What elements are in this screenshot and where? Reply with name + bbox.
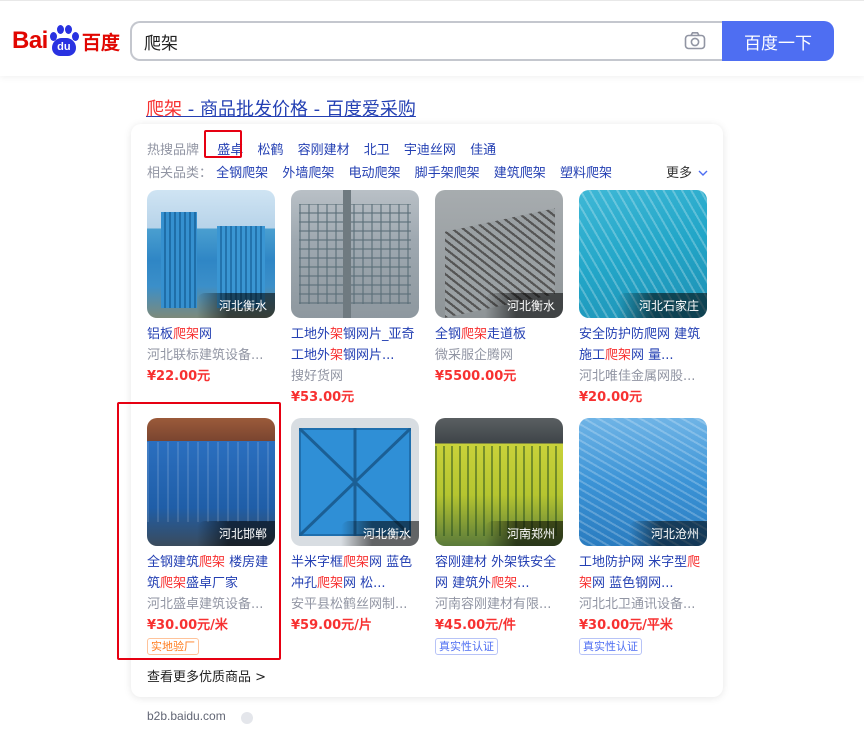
product-shop[interactable]: 河北北卫通讯设备... xyxy=(579,594,707,615)
top-bar: Bai du 百度 百度一下 xyxy=(0,0,864,76)
product-image[interactable]: 河南郑州 xyxy=(435,418,563,546)
product-item[interactable]: 河北石家庄 安全防护防爬网 建筑施工爬架网 量... 河北唯佳金属网股... ¥… xyxy=(579,190,707,408)
product-item[interactable]: 河南郑州 容刚建材 外架铁安全网 建筑外爬架... 河南容刚建材有限... ¥4… xyxy=(435,418,563,655)
product-item[interactable]: 工地外架钢网片_亚奇工地外架钢网片... 搜好货网 ¥53.00元 xyxy=(291,190,419,408)
product-item[interactable]: 河北衡水 全钢爬架走道板 微采服企腾网 ¥5500.00元 xyxy=(435,190,563,387)
product-price: ¥53.00元 xyxy=(291,390,355,405)
see-more-products-link[interactable]: 查看更多优质商品 > xyxy=(147,666,266,685)
related-category-link[interactable]: 电动爬架 xyxy=(348,166,400,181)
result-title-highlight: 爬架 xyxy=(146,99,182,120)
product-title[interactable]: 安全防护防爬网 建筑施工爬架网 量... xyxy=(579,324,707,366)
product-image[interactable]: 河北衡水 xyxy=(291,418,419,546)
product-shop[interactable]: 微采服企腾网 xyxy=(435,345,563,366)
product-price: ¥20.00元 xyxy=(579,390,643,405)
product-location: 河北衡水 xyxy=(196,293,275,318)
search-box xyxy=(130,21,724,61)
product-price: ¥45.00元/件 xyxy=(435,618,516,633)
product-item[interactable]: 河北衡水 铝板爬架网 河北联标建筑设备... ¥22.00元 xyxy=(147,190,275,387)
product-shop[interactable]: 河南容刚建材有限... xyxy=(435,594,563,615)
product-location: 河北沧州 xyxy=(628,521,707,546)
hot-brands-row: 热搜品牌 盛卓 松鹤 容刚建材 北卫 宇迪丝网 佳通 xyxy=(147,139,506,158)
logo-du-text: du xyxy=(57,41,71,53)
search-button[interactable]: 百度一下 xyxy=(722,21,834,61)
related-category-link[interactable]: 塑料爬架 xyxy=(560,166,612,181)
logo-bai-text: Bai xyxy=(12,27,48,54)
product-image[interactable]: 河北沧州 xyxy=(579,418,707,546)
product-shop[interactable]: 安平县松鹤丝网制... xyxy=(291,594,419,615)
product-title[interactable]: 铝板爬架网 xyxy=(147,324,275,345)
result-title-link[interactable]: 爬架 - 商品批发价格 - 百度爱采购 xyxy=(146,95,416,121)
hot-brand-link[interactable]: 北卫 xyxy=(364,143,390,158)
result-title-text: - 商品批发价格 - 百度爱采购 xyxy=(182,99,416,120)
product-shop[interactable]: 河北联标建筑设备... xyxy=(147,345,275,366)
camera-icon[interactable] xyxy=(684,31,706,51)
product-shop[interactable]: 搜好货网 xyxy=(291,366,419,387)
annotation-box-brand xyxy=(204,130,242,158)
chevron-down-icon xyxy=(698,170,708,176)
product-shop[interactable]: 河北唯佳金属网股... xyxy=(579,366,707,387)
related-category-link[interactable]: 建筑爬架 xyxy=(494,166,546,181)
hot-brand-link[interactable]: 松鹤 xyxy=(257,143,283,158)
related-category-link[interactable]: 全钢爬架 xyxy=(216,166,268,181)
paw-icon: du xyxy=(49,25,79,57)
product-title[interactable]: 半米字框爬架网 蓝色冲孔爬架网 松... xyxy=(291,552,419,594)
product-location: 河北衡水 xyxy=(484,293,563,318)
product-item[interactable]: 河北沧州 工地防护网 米字型爬架网 蓝色钢网... 河北北卫通讯设备... ¥3… xyxy=(579,418,707,655)
related-categories-row: 相关品类： 全钢爬架 外墙爬架 电动爬架 脚手架爬架 建筑爬架 塑料爬架 xyxy=(147,162,622,181)
product-title[interactable]: 工地防护网 米字型爬架网 蓝色钢网... xyxy=(579,552,707,594)
product-location: 河南郑州 xyxy=(484,521,563,546)
source-domain[interactable]: b2b.baidu.com xyxy=(147,709,226,723)
product-price: ¥22.00元 xyxy=(147,369,211,384)
product-title[interactable]: 全钢爬架走道板 xyxy=(435,324,563,345)
related-category-link[interactable]: 外墙爬架 xyxy=(282,166,334,181)
authenticity-badge: 真实性认证 xyxy=(435,638,498,655)
baidu-logo[interactable]: Bai du 百度 xyxy=(12,24,120,58)
product-image[interactable]: 河北衡水 xyxy=(147,190,275,318)
more-label: 更多 xyxy=(666,166,693,181)
annotation-box-product xyxy=(117,402,281,660)
search-input[interactable] xyxy=(144,29,664,53)
product-price: ¥5500.00元 xyxy=(435,369,517,384)
product-title[interactable]: 容刚建材 外架铁安全网 建筑外爬架... xyxy=(435,552,563,594)
product-image[interactable]: 河北衡水 xyxy=(435,190,563,318)
product-price: ¥59.00元/片 xyxy=(291,618,372,633)
product-price: ¥30.00元/平米 xyxy=(579,618,673,633)
product-title[interactable]: 工地外架钢网片_亚奇工地外架钢网片... xyxy=(291,324,419,366)
hot-brand-link[interactable]: 宇迪丝网 xyxy=(404,143,456,158)
product-item[interactable]: 河北衡水 半米字框爬架网 蓝色冲孔爬架网 松... 安平县松鹤丝网制... ¥5… xyxy=(291,418,419,636)
product-image[interactable]: 河北石家庄 xyxy=(579,190,707,318)
more-button[interactable]: 更多 xyxy=(666,162,708,181)
hot-brands-label: 热搜品牌 xyxy=(147,143,200,158)
related-label: 相关品类： xyxy=(147,166,213,181)
product-location: 河北衡水 xyxy=(340,521,419,546)
source-info-icon[interactable] xyxy=(241,712,253,724)
authenticity-badge: 真实性认证 xyxy=(579,638,642,655)
logo-chinese-text: 百度 xyxy=(81,31,120,54)
product-image[interactable] xyxy=(291,190,419,318)
related-category-link[interactable]: 脚手架爬架 xyxy=(415,166,480,181)
product-location: 河北石家庄 xyxy=(616,293,707,318)
hot-brand-link[interactable]: 佳通 xyxy=(470,143,496,158)
hot-brand-link[interactable]: 容刚建材 xyxy=(298,143,350,158)
